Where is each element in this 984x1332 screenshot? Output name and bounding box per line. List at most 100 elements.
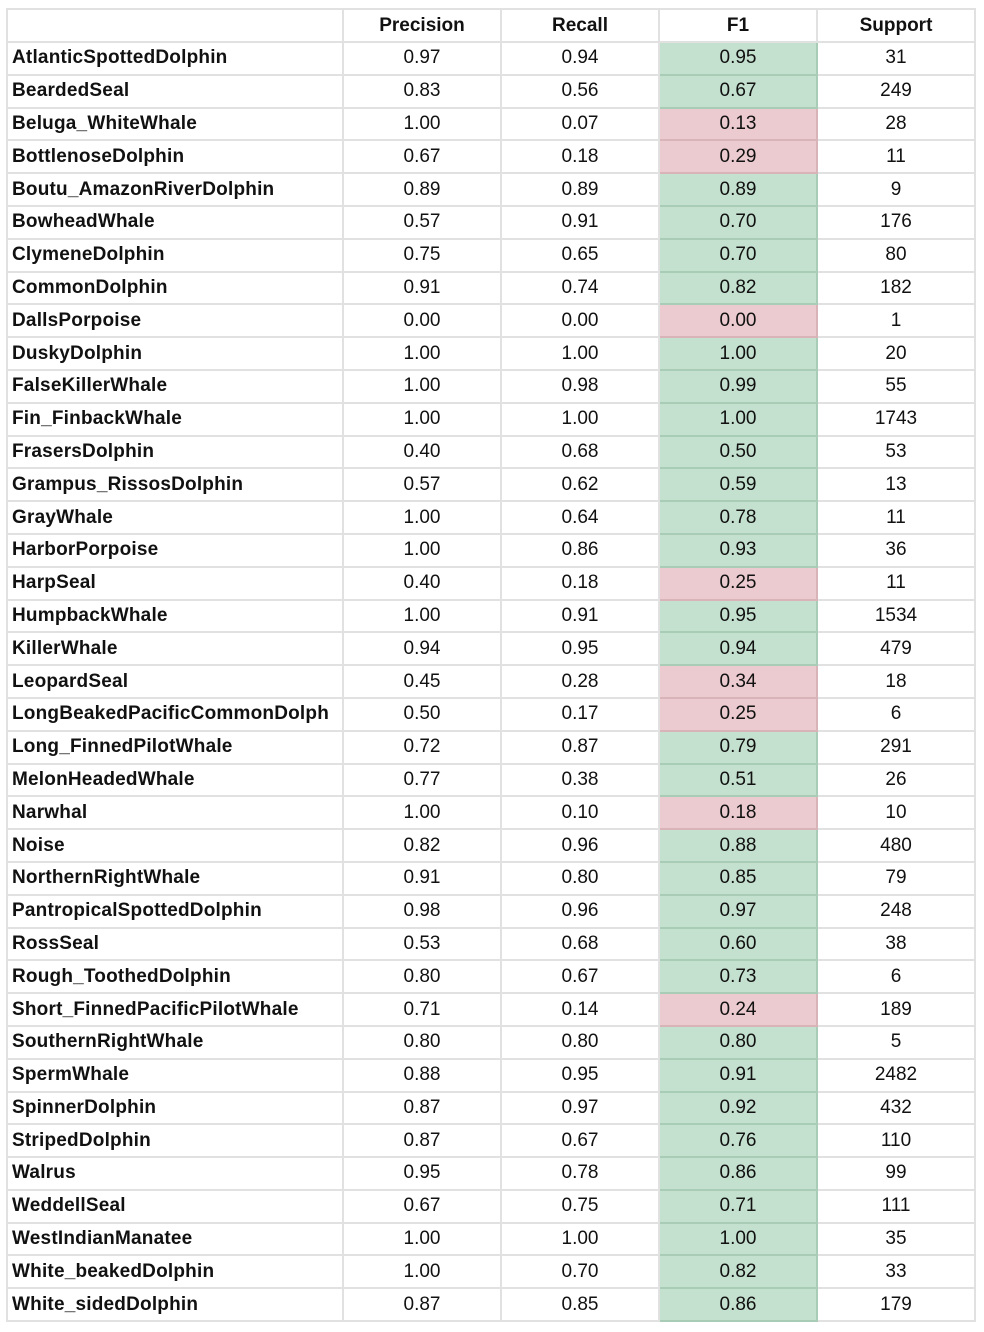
recall-cell[interactable]: 0.75 [500, 1188, 660, 1224]
f1-cell[interactable]: 0.95 [658, 598, 818, 634]
support-cell[interactable]: 2482 [816, 1057, 976, 1093]
precision-cell[interactable]: 0.77 [342, 762, 502, 798]
precision-cell[interactable]: 0.95 [342, 1156, 502, 1191]
species-label-cell[interactable]: Walrus [6, 1156, 344, 1191]
precision-cell[interactable]: 1.00 [342, 1221, 502, 1257]
support-cell[interactable]: 26 [816, 762, 976, 798]
species-label-cell[interactable]: HumpbackWhale [6, 598, 344, 634]
recall-cell[interactable]: 0.64 [500, 500, 660, 535]
recall-cell[interactable]: 0.89 [500, 172, 660, 207]
support-cell[interactable]: 480 [816, 828, 976, 863]
species-label-cell[interactable]: Short_FinnedPacificPilotWhale [6, 992, 344, 1027]
support-cell[interactable]: 182 [816, 270, 976, 306]
f1-cell[interactable]: 0.71 [658, 1188, 818, 1224]
support-cell[interactable]: 53 [816, 434, 976, 470]
species-label-cell[interactable]: SpinnerDolphin [6, 1090, 344, 1126]
species-label-cell[interactable]: GrayWhale [6, 500, 344, 535]
recall-cell[interactable]: 0.98 [500, 368, 660, 404]
species-label-cell[interactable]: SpermWhale [6, 1057, 344, 1093]
f1-cell[interactable]: 0.29 [658, 139, 818, 175]
species-label-cell[interactable]: White_beakedDolphin [6, 1254, 344, 1290]
recall-cell[interactable]: 0.14 [500, 992, 660, 1027]
precision-cell[interactable]: 0.89 [342, 172, 502, 207]
species-label-cell[interactable]: Beluga_WhiteWhale [6, 106, 344, 142]
species-label-cell[interactable]: White_sidedDolphin [6, 1287, 344, 1323]
support-cell[interactable]: 11 [816, 500, 976, 535]
f1-cell[interactable]: 0.18 [658, 795, 818, 831]
recall-cell[interactable]: 0.74 [500, 270, 660, 306]
species-label-cell[interactable]: CommonDolphin [6, 270, 344, 306]
precision-cell[interactable]: 0.97 [342, 41, 502, 76]
recall-cell[interactable]: 0.67 [500, 959, 660, 995]
f1-cell[interactable]: 0.73 [658, 959, 818, 995]
recall-cell[interactable]: 1.00 [500, 401, 660, 437]
f1-cell[interactable]: 0.89 [658, 172, 818, 207]
f1-cell[interactable]: 0.79 [658, 729, 818, 765]
f1-cell[interactable]: 0.67 [658, 73, 818, 109]
support-cell[interactable]: 5 [816, 1024, 976, 1060]
f1-cell[interactable]: 0.82 [658, 1254, 818, 1290]
recall-cell[interactable]: 0.18 [500, 139, 660, 175]
recall-cell[interactable]: 0.38 [500, 762, 660, 798]
recall-cell[interactable]: 0.80 [500, 1024, 660, 1060]
f1-cell[interactable]: 0.95 [658, 41, 818, 76]
species-label-cell[interactable]: Boutu_AmazonRiverDolphin [6, 172, 344, 207]
f1-cell[interactable]: 0.82 [658, 270, 818, 306]
recall-cell[interactable]: 0.95 [500, 1057, 660, 1093]
precision-cell[interactable]: 0.87 [342, 1123, 502, 1159]
support-cell[interactable]: 79 [816, 860, 976, 896]
support-cell[interactable]: 1534 [816, 598, 976, 634]
recall-cell[interactable]: 0.17 [500, 696, 660, 732]
species-label-cell[interactable]: LeopardSeal [6, 664, 344, 699]
header-f1[interactable]: F1 [658, 8, 818, 43]
precision-cell[interactable]: 0.87 [342, 1090, 502, 1126]
recall-cell[interactable]: 0.62 [500, 467, 660, 503]
precision-cell[interactable]: 0.82 [342, 828, 502, 863]
recall-cell[interactable]: 0.00 [500, 303, 660, 339]
support-cell[interactable]: 33 [816, 1254, 976, 1290]
recall-cell[interactable]: 0.86 [500, 532, 660, 568]
species-label-cell[interactable]: Grampus_RissosDolphin [6, 467, 344, 503]
recall-cell[interactable]: 0.95 [500, 631, 660, 667]
support-cell[interactable]: 189 [816, 992, 976, 1027]
header-support[interactable]: Support [816, 8, 976, 43]
f1-cell[interactable]: 0.51 [658, 762, 818, 798]
species-label-cell[interactable]: BeardedSeal [6, 73, 344, 109]
precision-cell[interactable]: 0.80 [342, 1024, 502, 1060]
f1-cell[interactable]: 0.25 [658, 696, 818, 732]
f1-cell[interactable]: 0.13 [658, 106, 818, 142]
recall-cell[interactable]: 0.80 [500, 860, 660, 896]
precision-cell[interactable]: 0.40 [342, 434, 502, 470]
f1-cell[interactable]: 0.94 [658, 631, 818, 667]
support-cell[interactable]: 1743 [816, 401, 976, 437]
support-cell[interactable]: 291 [816, 729, 976, 765]
recall-cell[interactable]: 0.87 [500, 729, 660, 765]
species-label-cell[interactable]: ClymeneDolphin [6, 237, 344, 273]
f1-cell[interactable]: 0.24 [658, 992, 818, 1027]
recall-cell[interactable]: 0.91 [500, 598, 660, 634]
precision-cell[interactable]: 0.87 [342, 1287, 502, 1323]
recall-cell[interactable]: 1.00 [500, 336, 660, 371]
f1-cell[interactable]: 0.85 [658, 860, 818, 896]
precision-cell[interactable]: 0.75 [342, 237, 502, 273]
recall-cell[interactable]: 0.10 [500, 795, 660, 831]
f1-cell[interactable]: 0.25 [658, 565, 818, 601]
species-label-cell[interactable]: PantropicalSpottedDolphin [6, 893, 344, 929]
f1-cell[interactable]: 1.00 [658, 336, 818, 371]
precision-cell[interactable]: 0.67 [342, 1188, 502, 1224]
precision-cell[interactable]: 0.40 [342, 565, 502, 601]
species-label-cell[interactable]: NorthernRightWhale [6, 860, 344, 896]
recall-cell[interactable]: 0.97 [500, 1090, 660, 1126]
support-cell[interactable]: 11 [816, 565, 976, 601]
precision-cell[interactable]: 1.00 [342, 598, 502, 634]
precision-cell[interactable]: 0.91 [342, 270, 502, 306]
f1-cell[interactable]: 0.00 [658, 303, 818, 339]
header-precision[interactable]: Precision [342, 8, 502, 43]
recall-cell[interactable]: 0.85 [500, 1287, 660, 1323]
species-label-cell[interactable]: Fin_FinbackWhale [6, 401, 344, 437]
species-label-cell[interactable]: KillerWhale [6, 631, 344, 667]
support-cell[interactable]: 99 [816, 1156, 976, 1191]
f1-cell[interactable]: 0.76 [658, 1123, 818, 1159]
precision-cell[interactable]: 0.80 [342, 959, 502, 995]
support-cell[interactable]: 9 [816, 172, 976, 207]
